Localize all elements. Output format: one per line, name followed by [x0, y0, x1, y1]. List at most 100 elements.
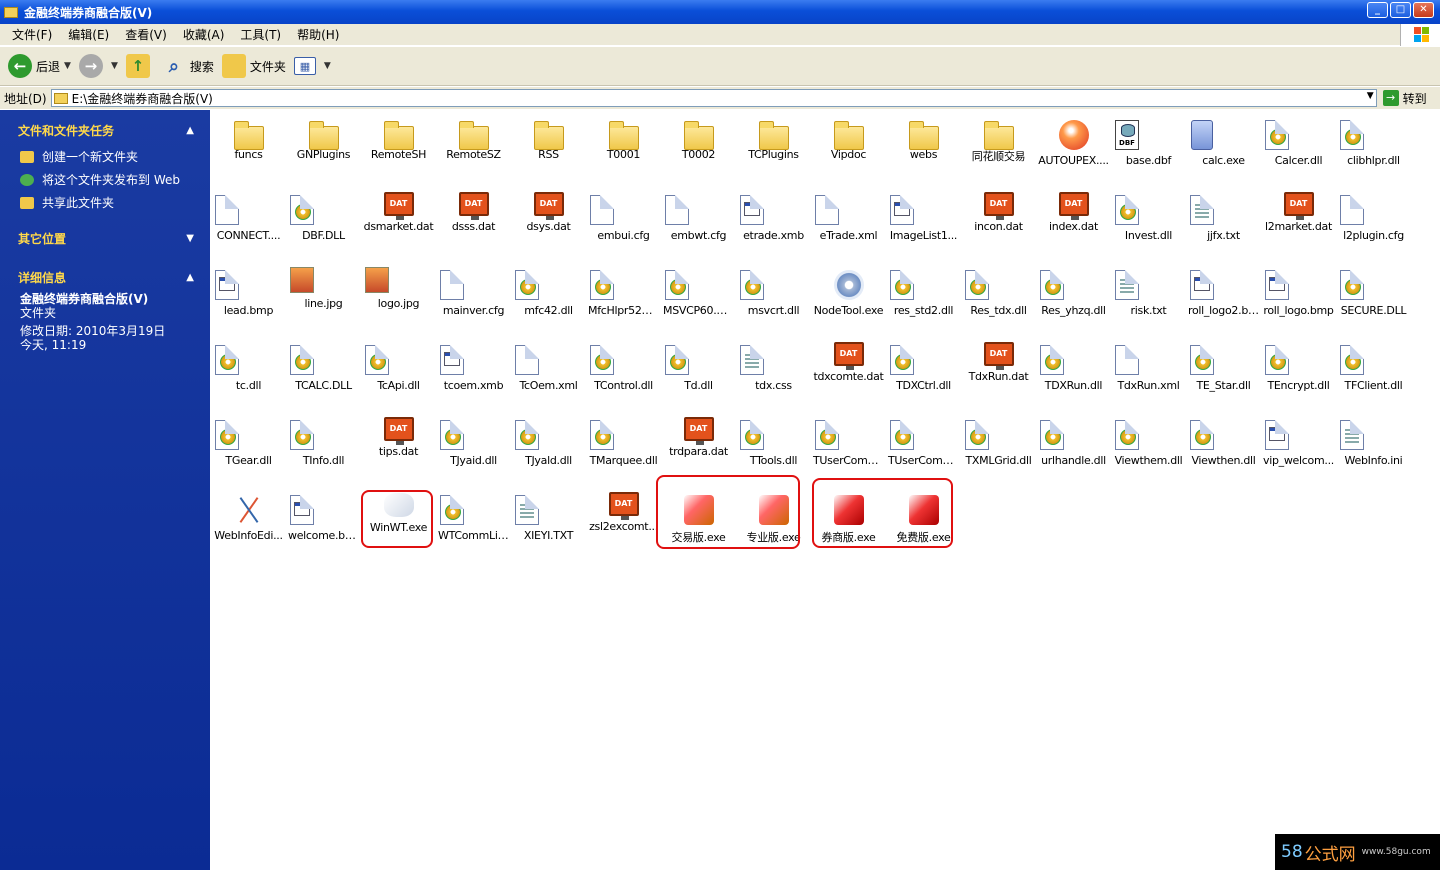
other-places-header[interactable]: 其它位置 ▼ — [10, 228, 200, 253]
file-item[interactable]: TJyaid.dll — [436, 414, 511, 484]
address-dropdown-icon[interactable]: ▼ — [1367, 91, 1374, 101]
file-item[interactable]: DAT trdpara.dat — [661, 414, 736, 484]
file-item[interactable]: ImageList1... — [886, 189, 961, 259]
file-item[interactable]: tcoem.xmb — [436, 339, 511, 409]
file-item[interactable]: RemoteSH — [361, 114, 436, 184]
address-input[interactable]: E:\金融终端券商融合版(V) ▼ — [50, 89, 1377, 107]
file-item[interactable]: TFClient.dll — [1336, 339, 1411, 409]
file-item[interactable]: TE_Star.dll — [1186, 339, 1261, 409]
file-item[interactable]: Calcer.dll — [1261, 114, 1336, 184]
file-item[interactable]: Viewthem.dll — [1111, 414, 1186, 484]
title-bar[interactable]: 金融终端券商融合版(V) _ □ ✕ — [0, 0, 1440, 24]
file-item[interactable]: l2plugin.cfg — [1336, 189, 1411, 259]
file-item[interactable]: risk.txt — [1111, 264, 1186, 334]
file-item[interactable]: TCPlugins — [736, 114, 811, 184]
file-item[interactable]: DAT dsys.dat — [511, 189, 586, 259]
file-item[interactable]: DAT dsmarket.dat — [361, 189, 436, 259]
file-item[interactable]: TInfo.dll — [286, 414, 361, 484]
up-folder-button[interactable]: ↑ — [125, 54, 154, 78]
file-item[interactable]: WTCommLib... — [436, 489, 511, 559]
file-item[interactable]: webs — [886, 114, 961, 184]
file-item[interactable]: 同花顺交易 — [961, 114, 1036, 184]
file-item[interactable]: GNPlugins — [286, 114, 361, 184]
file-item[interactable]: DAT TdxRun.dat — [961, 339, 1036, 409]
menu-view[interactable]: 查看(V) — [117, 26, 175, 43]
file-item[interactable]: TControl.dll — [586, 339, 661, 409]
file-item[interactable]: TUserComm.dll — [811, 414, 886, 484]
file-item[interactable]: DAT l2market.dat — [1261, 189, 1336, 259]
file-item[interactable]: TDXRun.dll — [1036, 339, 1111, 409]
file-item[interactable]: roll_logo2.bmp — [1186, 264, 1261, 334]
file-item[interactable]: TDXCtrl.dll — [886, 339, 961, 409]
file-item[interactable]: Res_yhzq.dll — [1036, 264, 1111, 334]
maximize-button[interactable]: □ — [1390, 2, 1411, 18]
menu-help[interactable]: 帮助(H) — [289, 26, 347, 43]
file-item[interactable]: AUTOUPEX.... — [1036, 114, 1111, 184]
file-item[interactable]: etrade.xmb — [736, 189, 811, 259]
close-button[interactable]: ✕ — [1413, 2, 1434, 18]
file-item[interactable]: DAT tips.dat — [361, 414, 436, 484]
menu-file[interactable]: 文件(F) — [4, 26, 60, 43]
task-new-folder[interactable]: 创建一个新文件夹 — [10, 145, 200, 168]
go-button[interactable]: → 转到 — [1382, 90, 1427, 107]
file-item[interactable]: roll_logo.bmp — [1261, 264, 1336, 334]
task-publish-web[interactable]: 将这个文件夹发布到 Web — [10, 168, 200, 191]
file-item[interactable]: DAT incon.dat — [961, 189, 1036, 259]
forward-button[interactable]: → ▼ — [78, 54, 118, 78]
file-item[interactable]: TXMLGrid.dll — [961, 414, 1036, 484]
file-item[interactable]: jjfx.txt — [1186, 189, 1261, 259]
minimize-button[interactable]: _ — [1367, 2, 1388, 18]
file-item[interactable]: Res_tdx.dll — [961, 264, 1036, 334]
file-item[interactable]: Vipdoc — [811, 114, 886, 184]
file-tasks-header[interactable]: 文件和文件夹任务 ▲ — [10, 120, 200, 145]
file-item[interactable]: tc.dll — [211, 339, 286, 409]
file-item[interactable]: urlhandle.dll — [1036, 414, 1111, 484]
file-item[interactable]: tdx.css — [736, 339, 811, 409]
file-item[interactable]: WebInfoEdi... — [211, 489, 286, 559]
file-item[interactable]: res_std2.dll — [886, 264, 961, 334]
file-item[interactable]: logo.jpg — [361, 264, 436, 334]
file-item[interactable]: CONNECT.... — [211, 189, 286, 259]
file-item[interactable]: XIEYI.TXT — [511, 489, 586, 559]
file-item[interactable]: RemoteSZ — [436, 114, 511, 184]
file-item[interactable]: Viewthen.dll — [1186, 414, 1261, 484]
file-item[interactable]: TCALC.DLL — [286, 339, 361, 409]
file-item[interactable]: funcs — [211, 114, 286, 184]
file-item[interactable]: WebInfo.ini — [1336, 414, 1411, 484]
file-item[interactable]: clibhlpr.dll — [1336, 114, 1411, 184]
views-button[interactable]: ▦ ▼ — [293, 57, 331, 75]
file-item[interactable]: SECURE.DLL — [1336, 264, 1411, 334]
menu-tools[interactable]: 工具(T) — [232, 26, 289, 43]
file-item[interactable]: Td.dll — [661, 339, 736, 409]
menu-favorites[interactable]: 收藏(A) — [175, 26, 233, 43]
file-item[interactable]: TGear.dll — [211, 414, 286, 484]
file-item[interactable]: MSVCP60.DLL — [661, 264, 736, 334]
file-item[interactable]: DAT index.dat — [1036, 189, 1111, 259]
menu-edit[interactable]: 编辑(E) — [60, 26, 117, 43]
back-button[interactable]: ← 后退 ▼ — [8, 54, 71, 78]
file-item[interactable]: T0002 — [661, 114, 736, 184]
file-item[interactable]: line.jpg — [286, 264, 361, 334]
file-item[interactable]: TcApi.dll — [361, 339, 436, 409]
file-item[interactable]: NodeTool.exe — [811, 264, 886, 334]
file-item[interactable]: Invest.dll — [1111, 189, 1186, 259]
file-item[interactable]: DBF base.dbf — [1111, 114, 1186, 184]
file-item[interactable]: eTrade.xml — [811, 189, 886, 259]
file-item[interactable]: DAT tdxcomte.dat — [811, 339, 886, 409]
file-item[interactable]: calc.exe — [1186, 114, 1261, 184]
file-item[interactable]: DBF.DLL — [286, 189, 361, 259]
file-item[interactable]: mfc42.dll — [511, 264, 586, 334]
file-item[interactable]: lead.bmp — [211, 264, 286, 334]
file-item[interactable]: vip_welcom... — [1261, 414, 1336, 484]
file-item[interactable]: TUserComn.dll — [886, 414, 961, 484]
file-item[interactable]: DAT zsl2excomt... — [586, 489, 661, 559]
file-item[interactable]: DAT dsss.dat — [436, 189, 511, 259]
file-item[interactable]: embwt.cfg — [661, 189, 736, 259]
file-item[interactable]: TEncrypt.dll — [1261, 339, 1336, 409]
file-item[interactable]: TTools.dll — [736, 414, 811, 484]
file-item[interactable]: TdxRun.xml — [1111, 339, 1186, 409]
file-item[interactable]: msvcrt.dll — [736, 264, 811, 334]
file-item[interactable]: RSS — [511, 114, 586, 184]
file-item[interactable]: MfcHlpr520.dll — [586, 264, 661, 334]
search-button[interactable]: ⌕ 搜索 — [162, 54, 214, 78]
